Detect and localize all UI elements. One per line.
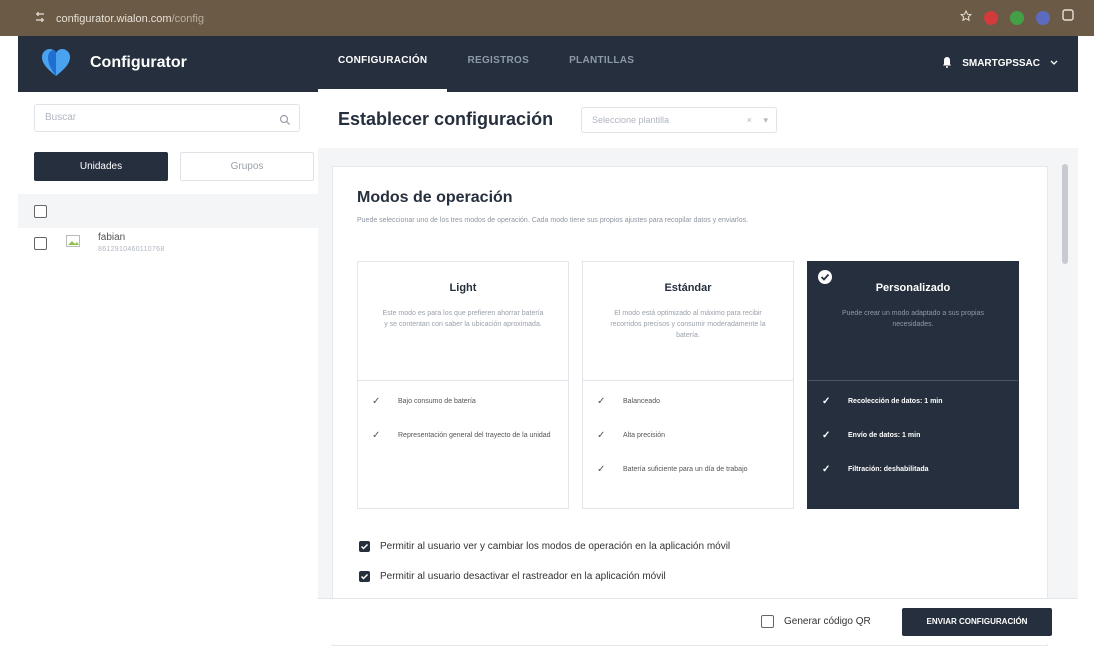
mode-light-card[interactable]: Light Este modo es para los que prefiere… bbox=[357, 261, 569, 509]
bookmark-star-icon[interactable] bbox=[959, 9, 973, 27]
check-icon: ✓ bbox=[822, 464, 831, 475]
unit-image-icon bbox=[66, 235, 80, 247]
check-icon: ✓ bbox=[372, 430, 381, 441]
browser-url-bar: configurator.wialon.com/config bbox=[0, 0, 1094, 36]
extension-red-icon[interactable] bbox=[984, 10, 998, 25]
template-placeholder: Seleccione plantilla bbox=[592, 115, 670, 125]
groups-tab-button[interactable]: Grupos bbox=[180, 152, 314, 181]
list-header bbox=[18, 194, 318, 228]
card-title: Modos de operación bbox=[357, 189, 513, 206]
url-host: configurator.wialon.com bbox=[56, 13, 172, 25]
main-nav: CONFIGURACIÓN REGISTROS PLANTILLAS bbox=[318, 36, 654, 92]
user-name: SMARTGPSSAC bbox=[962, 58, 1040, 69]
tab-configuracion[interactable]: CONFIGURACIÓN bbox=[318, 36, 448, 92]
chevron-down-icon[interactable]: ▾ bbox=[763, 108, 768, 132]
qr-label: Generar código QR bbox=[784, 616, 871, 627]
address-bar[interactable]: configurator.wialon.com/config bbox=[34, 10, 204, 28]
permission-disable-tracker[interactable]: Permitir al usuario desactivar el rastre… bbox=[359, 571, 666, 582]
mode-feature: ✓ Bajo consumo de batería bbox=[372, 396, 476, 407]
operation-modes-card: Modos de operación Puede seleccionar uno… bbox=[332, 166, 1048, 646]
mode-feature: ✓ Balanceado bbox=[597, 396, 660, 407]
mode-standard-card[interactable]: Estándar El modo está optimizado al máxi… bbox=[582, 261, 794, 509]
tab-registros[interactable]: REGISTROS bbox=[447, 36, 549, 92]
extension-blue-icon[interactable] bbox=[1036, 10, 1050, 25]
divider bbox=[358, 380, 568, 381]
unit-name: fabian bbox=[98, 232, 126, 243]
mode-feature: ✓ Representación general del trayecto de … bbox=[372, 430, 551, 441]
permission-label: Permitir al usuario ver y cambiar los mo… bbox=[380, 541, 731, 552]
divider bbox=[808, 380, 1018, 381]
url-path: /config bbox=[171, 13, 204, 25]
app-header: Configurator CONFIGURACIÓN REGISTROS PLA… bbox=[18, 36, 1078, 92]
main-header: Establecer configuración Seleccione plan… bbox=[318, 92, 1078, 148]
checkbox-icon[interactable] bbox=[761, 615, 774, 628]
search-placeholder: Buscar bbox=[45, 112, 77, 123]
search-input[interactable]: Buscar bbox=[34, 104, 300, 132]
site-settings-icon[interactable] bbox=[34, 10, 46, 28]
mode-feature: ✓ Filtración: deshabilitada bbox=[822, 464, 929, 475]
scrollbar-thumb[interactable] bbox=[1062, 164, 1068, 264]
tab-plantillas[interactable]: PLANTILLAS bbox=[549, 36, 654, 92]
chevron-down-icon bbox=[1050, 58, 1058, 69]
mode-description: Puede crear un modo adaptado a sus propi… bbox=[841, 310, 985, 328]
mode-feature: ✓ Envío de datos: 1 min bbox=[822, 430, 921, 441]
page-title: Establecer configuración bbox=[338, 109, 554, 129]
sidebar: Buscar Unidades Grupos fabian 8612910460… bbox=[18, 92, 319, 643]
configurator-logo-icon bbox=[42, 49, 70, 76]
footer-bar: Generar código QR ENVIAR CONFIGURACIÓN bbox=[318, 598, 1078, 644]
divider bbox=[583, 380, 793, 381]
generate-qr-checkbox[interactable]: Generar código QR bbox=[761, 615, 871, 628]
checkbox-checked-icon[interactable] bbox=[359, 571, 370, 582]
send-configuration-button[interactable]: ENVIAR CONFIGURACIÓN bbox=[902, 608, 1052, 636]
unit-checkbox[interactable] bbox=[34, 237, 47, 250]
checkbox-checked-icon[interactable] bbox=[359, 541, 370, 552]
mode-feature: ✓ Alta precisión bbox=[597, 430, 666, 441]
check-icon: ✓ bbox=[822, 396, 831, 407]
permission-label: Permitir al usuario desactivar el rastre… bbox=[380, 571, 666, 582]
card-subtitle: Puede seleccionar uno de los tres modos … bbox=[357, 217, 749, 224]
mode-description: Este modo es para los que prefieren ahor… bbox=[382, 310, 544, 328]
mode-feature: ✓ Recolección de datos: 1 min bbox=[822, 396, 943, 407]
check-icon: ✓ bbox=[372, 396, 381, 407]
mode-feature: ✓ Batería suficiente para un día de traba… bbox=[597, 464, 748, 475]
mode-description: El modo está optimizado al máximo para r… bbox=[610, 310, 766, 339]
user-menu[interactable]: SMARTGPSSAC bbox=[942, 56, 1058, 71]
template-select[interactable]: Seleccione plantilla × ▾ bbox=[581, 107, 777, 133]
extension-green-icon[interactable] bbox=[1010, 10, 1024, 25]
unit-id: 8612910460110768 bbox=[98, 246, 165, 253]
brand-name: Configurator bbox=[90, 54, 187, 71]
unit-list-item[interactable]: fabian 8612910460110768 bbox=[18, 228, 318, 258]
mode-custom-card[interactable]: Personalizado Puede crear un modo adapta… bbox=[807, 261, 1019, 509]
main-content: Establecer configuración Seleccione plan… bbox=[318, 92, 1078, 646]
clear-icon[interactable]: × bbox=[747, 108, 752, 132]
units-tab-button[interactable]: Unidades bbox=[34, 152, 168, 181]
check-icon: ✓ bbox=[597, 430, 606, 441]
extensions-puzzle-icon[interactable] bbox=[1062, 8, 1074, 27]
check-icon: ✓ bbox=[597, 464, 606, 475]
mode-title: Personalizado bbox=[875, 282, 951, 294]
check-icon: ✓ bbox=[597, 396, 606, 407]
permission-change-modes[interactable]: Permitir al usuario ver y cambiar los mo… bbox=[359, 541, 730, 552]
search-icon bbox=[279, 111, 291, 137]
bell-icon[interactable] bbox=[942, 56, 952, 71]
mode-title: Estándar bbox=[664, 282, 712, 294]
check-icon: ✓ bbox=[822, 430, 831, 441]
select-all-checkbox[interactable] bbox=[34, 205, 47, 218]
mode-title: Light bbox=[449, 282, 477, 294]
